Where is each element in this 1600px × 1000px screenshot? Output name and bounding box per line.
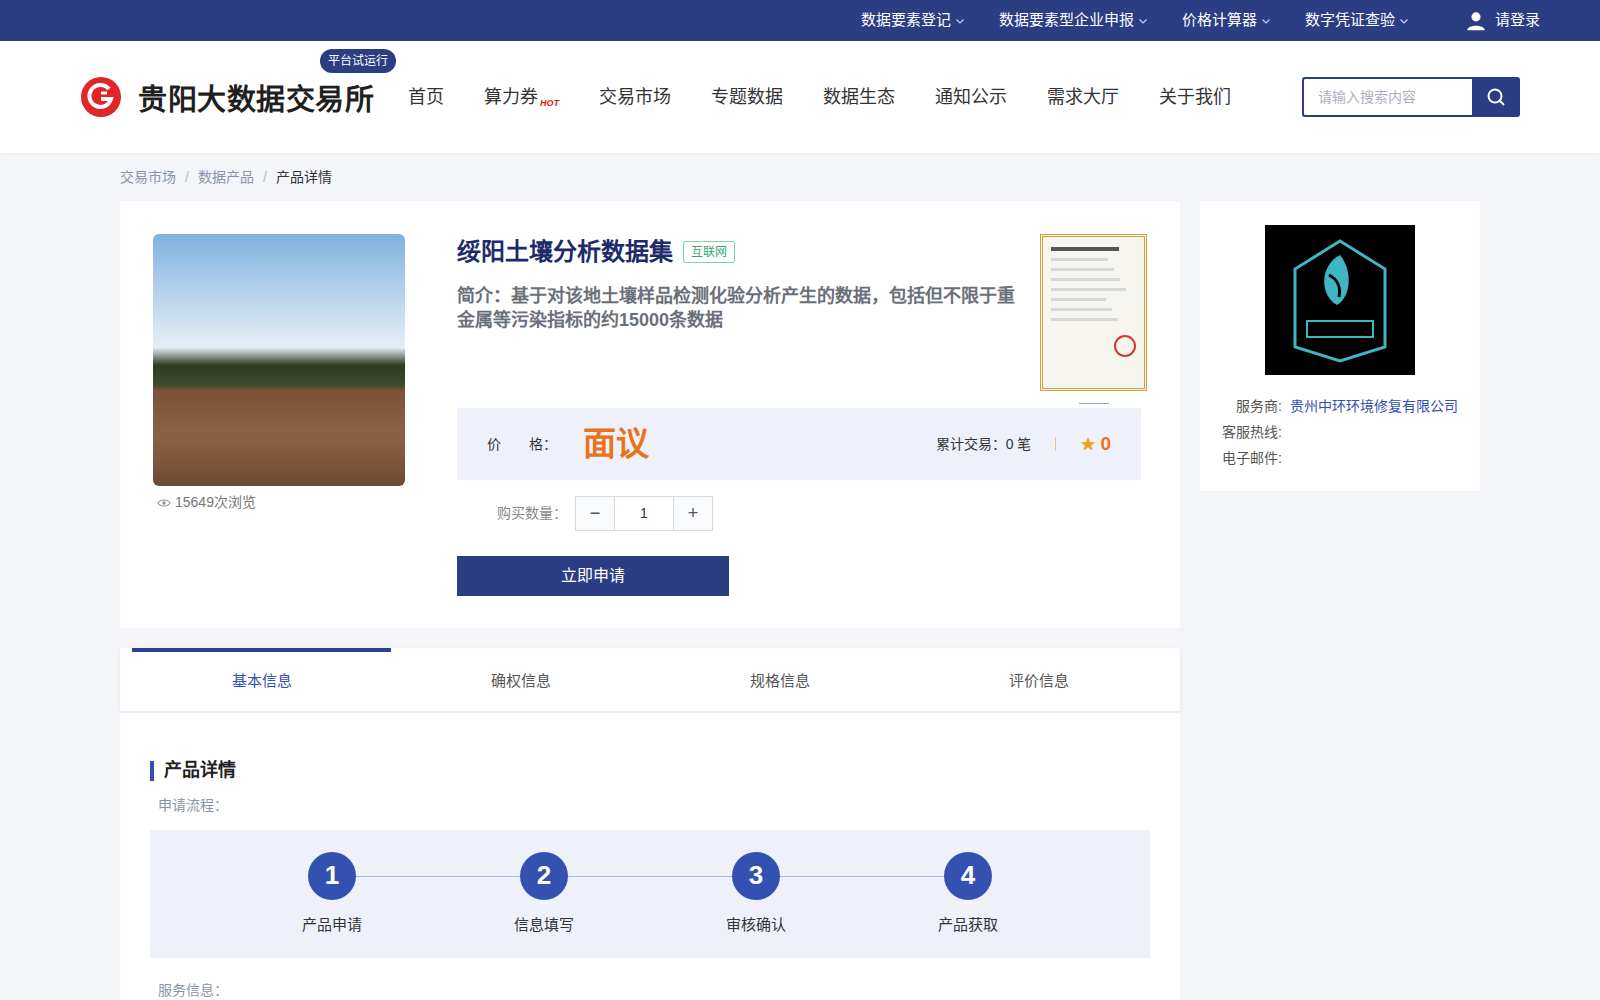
chevron-down-icon — [1261, 16, 1271, 26]
nav-item[interactable]: 关于我们 — [1159, 84, 1231, 111]
product-card: 15649次浏览 绥阳土壤分析数据集互联网简介：基于对该地土壤样品检测化验分析产生… — [120, 201, 1180, 628]
step-label: 产品获取 — [938, 914, 998, 937]
process-step: 4 产品获取 — [862, 852, 1074, 937]
price-label: 价 格： — [487, 434, 583, 455]
star-icon — [1080, 436, 1096, 452]
step-number: 1 — [308, 852, 356, 900]
provider-info-label: 服务商: — [1220, 393, 1282, 419]
nav-item[interactable]: 交易市场 — [599, 84, 671, 111]
nav-item[interactable]: 首页 — [408, 84, 444, 111]
detail-tabs: 基本信息确权信息规格信息评价信息 — [120, 648, 1180, 711]
breadcrumb-separator: / — [185, 167, 189, 188]
tab[interactable]: 规格信息 — [650, 648, 909, 711]
nav-item[interactable]: 需求大厅 — [1047, 84, 1119, 111]
process-step: 3 审核确认 — [650, 852, 862, 937]
tab[interactable]: 确权信息 — [391, 648, 650, 711]
quantity-row: 购买数量：−1+ — [457, 496, 1147, 531]
nav-item[interactable]: 通知公示 — [935, 84, 1007, 111]
step-number: 2 — [520, 852, 568, 900]
tab[interactable]: 评价信息 — [909, 648, 1168, 711]
nav-item[interactable]: 数据生态 — [823, 84, 895, 111]
provider-info-row: 客服热线: — [1220, 419, 1460, 445]
section-heading: 产品详情 — [150, 761, 1150, 781]
increase-button[interactable]: + — [673, 496, 713, 531]
logo-icon — [80, 76, 122, 118]
apply-button[interactable]: 立即申请 — [457, 556, 729, 596]
chevron-down-icon — [955, 16, 965, 26]
nav-item[interactable]: 专题数据 — [711, 84, 783, 111]
top-menu-item[interactable]: 数据要素型企业申报 — [999, 9, 1148, 32]
provider-info-row: 电子邮件: — [1220, 445, 1460, 471]
step-label: 产品申请 — [302, 914, 362, 937]
provider-info-label: 电子邮件: — [1220, 445, 1282, 471]
provider-info-label: 客服热线: — [1220, 419, 1282, 445]
trade-count: 累计交易：0 笔 — [936, 434, 1032, 455]
breadcrumb-item[interactable]: 交易市场 — [120, 167, 176, 188]
login-link[interactable]: 请登录 — [1465, 9, 1540, 32]
step-number: 3 — [732, 852, 780, 900]
chevron-down-icon — [1399, 16, 1409, 26]
price-value: 面议 — [583, 419, 649, 469]
breadcrumb-item[interactable]: 数据产品 — [198, 167, 254, 188]
breadcrumb-item: 产品详情 — [276, 167, 332, 188]
top-menu-item[interactable]: 数字凭证查验 — [1305, 9, 1409, 32]
quantity-stepper: −1+ — [575, 496, 713, 531]
rating-value: 0 — [1100, 430, 1111, 459]
search-icon — [1486, 87, 1506, 107]
breadcrumb-trail: 交易市场 / 数据产品 / 产品详情 — [120, 153, 1480, 201]
process-steps: 1 产品申请 2 信息填写 3 审核确认 4 产品获取 — [150, 830, 1150, 958]
category-tag: 互联网 — [683, 241, 735, 263]
search-input[interactable] — [1302, 77, 1472, 117]
search-box — [1302, 77, 1520, 117]
main-nav: 首页 算力券HOT 交易市场 专题数据 数据生态 通知公示 需求大厅 关于我们 — [408, 84, 1231, 111]
header: 贵阳大数据交易所平台试运行首页算力券HOT交易市场专题数据数据生态通知公示需求大… — [0, 41, 1600, 153]
quantity-field[interactable]: 1 — [615, 496, 673, 531]
product-intro: 简介：基于对该地土壤样品检测化验分析产生的数据，包括但不限于重金属等污染指标的约… — [457, 284, 1016, 333]
eye-icon — [157, 496, 171, 510]
process-step: 2 信息填写 — [438, 852, 650, 937]
step-label: 审核确认 — [726, 914, 786, 937]
provider-info-row: 服务商: 贵州中环环境修复有限公司 — [1220, 393, 1460, 419]
certificate-thumbnail[interactable] — [1040, 234, 1147, 391]
company-logo — [1265, 225, 1415, 375]
step-label: 信息填写 — [514, 914, 574, 937]
service-label: 服务信息： — [150, 980, 1150, 1000]
nav-item[interactable]: 算力券HOT — [484, 84, 559, 111]
provider-name[interactable]: 贵州中环环境修复有限公司 — [1290, 393, 1458, 419]
chevron-down-icon — [1138, 16, 1148, 26]
top-bar: 数据要素登记 数据要素型企业申报 价格计算器 数字凭证查验 请登录 — [0, 0, 1600, 41]
decrease-button[interactable]: − — [575, 496, 615, 531]
tab[interactable]: 基本信息 — [132, 648, 391, 711]
hot-badge: HOT — [540, 98, 559, 108]
detail-panel: 产品详情申请流程： 1 产品申请 2 信息填写 3 审核确认 4 产品获取服务信息： — [120, 713, 1180, 1000]
quantity-label: 购买数量： — [497, 503, 567, 524]
product-title: 绥阳土壤分析数据集 — [457, 234, 673, 270]
user-icon — [1465, 10, 1487, 32]
trial-badge: 平台试运行 — [320, 49, 396, 73]
top-menu: 数据要素登记 数据要素型企业申报 价格计算器 数字凭证查验 请登录 — [861, 9, 1540, 32]
site-logo[interactable]: 贵阳大数据交易所平台试运行 — [80, 71, 374, 123]
flow-label: 申请流程： — [150, 795, 1150, 816]
breadcrumb-separator: / — [263, 167, 267, 188]
step-number: 4 — [944, 852, 992, 900]
process-step: 1 产品申请 — [226, 852, 438, 937]
site-name: 贵阳大数据交易所 — [138, 79, 374, 123]
price-bar: 价 格：面议 累计交易：0 笔 0 — [457, 408, 1141, 480]
search-button[interactable] — [1472, 77, 1520, 117]
top-menu-item[interactable]: 数据要素登记 — [861, 9, 965, 32]
provider-card: 服务商: 贵州中环环境修复有限公司客服热线:电子邮件: — [1200, 201, 1480, 491]
view-count: 15649次浏览 — [153, 492, 405, 513]
top-menu-item[interactable]: 价格计算器 — [1182, 9, 1271, 32]
product-photo — [153, 234, 405, 486]
